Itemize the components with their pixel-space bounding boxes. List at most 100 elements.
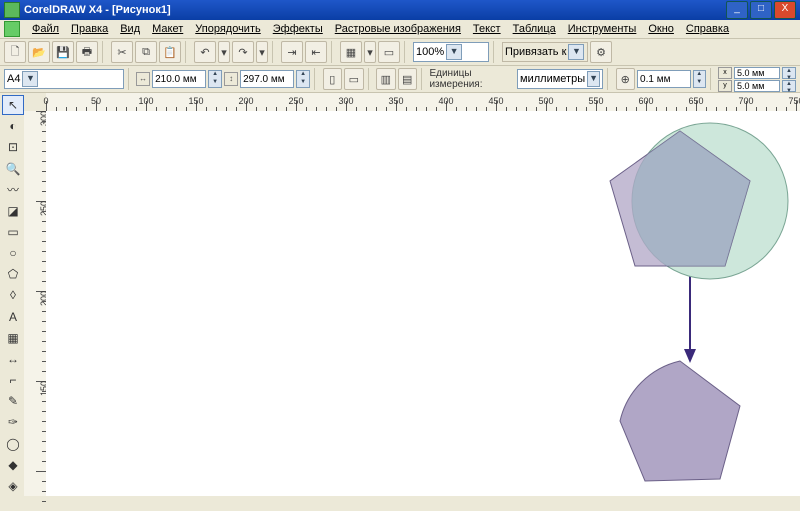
ruler-h-label: 0 (43, 96, 48, 106)
snap-combo[interactable]: Привязать к ▼ (502, 42, 588, 62)
shapes-svg (570, 121, 790, 501)
nudge-input[interactable] (637, 70, 691, 88)
dup-y-input[interactable] (734, 80, 780, 92)
menu-effects[interactable]: Эффекты (267, 22, 329, 36)
fill-tool[interactable]: ◆ (2, 455, 24, 475)
drawing-canvas[interactable] (46, 111, 800, 496)
shape-tool[interactable]: ◐ (2, 116, 24, 136)
menu-edit[interactable]: Правка (65, 22, 114, 36)
portrait-button[interactable]: ▯ (323, 68, 342, 90)
height-icon: ↕ (224, 72, 238, 86)
copy-button[interactable]: ⧉ (135, 41, 157, 63)
zoom-combo[interactable]: 100% ▼ (413, 42, 489, 62)
interactive-fill-tool[interactable]: ◈ (2, 476, 24, 496)
dup-x-spinner[interactable]: ▲▼ (782, 67, 796, 79)
menu-table[interactable]: Таблица (507, 22, 562, 36)
zoom-tool[interactable]: 🔍 (2, 158, 24, 178)
menu-arrange[interactable]: Упорядочить (189, 22, 266, 36)
app-launcher-button[interactable]: ▦ (340, 41, 362, 63)
separator (314, 68, 319, 90)
polygon-tool[interactable]: ⬠ (2, 264, 24, 284)
dup-x-input[interactable] (734, 67, 780, 79)
arrow-head-icon (684, 349, 696, 363)
undo-dropdown[interactable]: ▾ (218, 41, 230, 63)
smart-fill-tool[interactable]: ◪ (2, 201, 24, 221)
ruler-h-label: 50 (91, 96, 101, 106)
dropdown-arrow-icon: ▼ (22, 71, 38, 87)
freehand-tool[interactable]: 〰 (2, 180, 24, 200)
ruler-h-label: 600 (638, 96, 653, 106)
current-page-button[interactable]: ▤ (398, 68, 417, 90)
paste-button[interactable]: 📋 (159, 41, 181, 63)
table-tool[interactable]: ▦ (2, 328, 24, 348)
dropdown-arrow-icon: ▼ (587, 71, 600, 87)
separator (404, 41, 409, 63)
save-button[interactable]: 💾 (52, 41, 74, 63)
separator (607, 68, 612, 90)
new-button[interactable]: 🗋 (4, 41, 26, 63)
print-button[interactable]: 🖶 (76, 41, 98, 63)
ruler-h-label: 400 (438, 96, 453, 106)
all-pages-button[interactable]: ▥ (376, 68, 395, 90)
menu-layout[interactable]: Макет (146, 22, 189, 36)
ruler-h-label: 450 (488, 96, 503, 106)
crop-tool[interactable]: ⊡ (2, 137, 24, 157)
menu-file[interactable]: Файл (26, 22, 65, 36)
export-button[interactable]: ⇤ (305, 41, 327, 63)
open-button[interactable]: 📂 (28, 41, 50, 63)
menu-text[interactable]: Текст (467, 22, 507, 36)
close-button[interactable]: X (774, 1, 796, 19)
import-button[interactable]: ⇥ (281, 41, 303, 63)
app-icon (4, 2, 20, 18)
snap-label: Привязать к (505, 46, 566, 58)
units-combo[interactable]: миллиметры ▼ (517, 69, 603, 89)
cut-button[interactable]: ✂ (111, 41, 133, 63)
minimize-button[interactable]: _ (726, 1, 748, 19)
height-spinner[interactable]: ▲▼ (296, 70, 310, 88)
outline-tool[interactable]: ◯ (2, 434, 24, 454)
landscape-button[interactable]: ▭ (344, 68, 363, 90)
ruler-h-label: 700 (738, 96, 753, 106)
units-value: миллиметры (520, 73, 585, 85)
separator (368, 68, 373, 90)
ruler-vertical[interactable]: 300250200150 (24, 111, 47, 496)
rectangle-tool[interactable]: ▭ (2, 222, 24, 242)
app-dropdown[interactable]: ▾ (364, 41, 376, 63)
eyedropper-tool[interactable]: ✑ (2, 412, 24, 432)
canvas-shapes (570, 121, 790, 501)
ellipse-tool[interactable]: ○ (2, 243, 24, 263)
menu-help[interactable]: Справка (680, 22, 735, 36)
units-label: Единицы измерения: (429, 68, 515, 90)
intersection-shape[interactable] (620, 361, 740, 481)
menu-bitmaps[interactable]: Растровые изображения (329, 22, 467, 36)
paper-size-combo[interactable]: A4 ▼ (4, 69, 124, 89)
menu-window[interactable]: Окно (642, 22, 680, 36)
width-spinner[interactable]: ▲▼ (208, 70, 222, 88)
separator (710, 68, 715, 90)
text-tool[interactable]: A (2, 307, 24, 327)
menu-tools[interactable]: Инструменты (562, 22, 643, 36)
ruler-h-label: 200 (238, 96, 253, 106)
page-height-input[interactable] (240, 70, 294, 88)
width-icon: ↔ (136, 72, 150, 86)
interactive-tool[interactable]: ✎ (2, 391, 24, 411)
dimension-tool[interactable]: ↔ (2, 349, 24, 369)
dropdown-arrow-icon: ▼ (568, 44, 584, 60)
title-bar: CorelDRAW X4 - [Рисунок1] _ □ X (0, 0, 800, 20)
doc-icon (4, 21, 20, 37)
welcome-button[interactable]: ▭ (378, 41, 400, 63)
basic-shapes-tool[interactable]: ◊ (2, 285, 24, 305)
maximize-button[interactable]: □ (750, 1, 772, 19)
redo-dropdown[interactable]: ▾ (256, 41, 268, 63)
ruler-horizontal[interactable]: 0501001502002503003504004505005506006507… (46, 93, 800, 112)
pick-tool[interactable]: ↖ (2, 95, 24, 115)
ruler-h-label: 550 (588, 96, 603, 106)
page-width-input[interactable] (152, 70, 206, 88)
dup-y-spinner[interactable]: ▲▼ (782, 80, 796, 92)
undo-button[interactable]: ↶ (194, 41, 216, 63)
redo-button[interactable]: ↷ (232, 41, 254, 63)
nudge-spinner[interactable]: ▲▼ (693, 70, 705, 88)
menu-view[interactable]: Вид (114, 22, 146, 36)
connector-tool[interactable]: ⌐ (2, 370, 24, 390)
options-button[interactable]: ⚙ (590, 41, 612, 63)
